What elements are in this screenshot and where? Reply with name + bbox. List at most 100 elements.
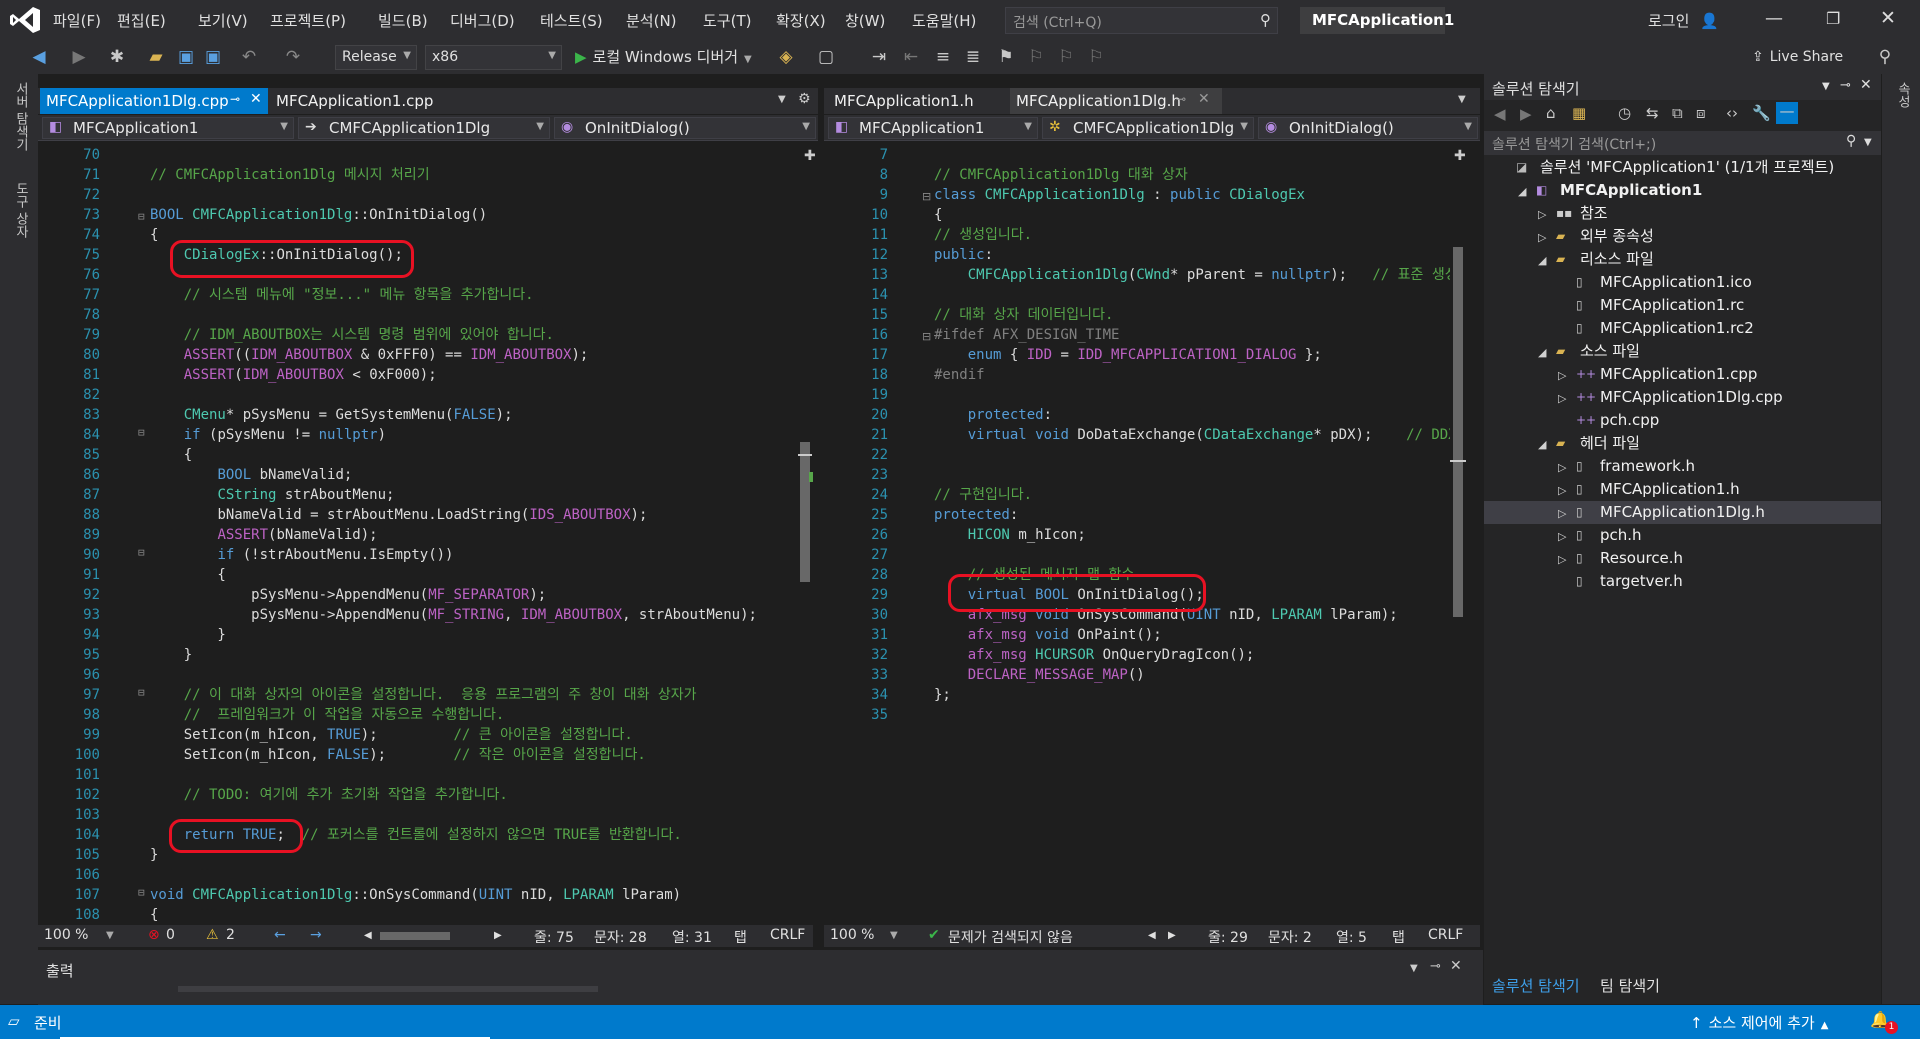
tree-item[interactable]: ◢ ▰ 리소스 파일	[1484, 248, 1881, 271]
right-code-editor[interactable]: 7 8 9 10 11 12 13 14 15 16 17 18 19 20 2…	[824, 142, 1464, 922]
chevron-down-icon[interactable]: ▼	[106, 930, 114, 941]
chevron-down-icon[interactable]: ▼	[890, 930, 898, 941]
code-text[interactable]: // CMFCApplication1Dlg 대화 상자 class CMFCA…	[934, 145, 1464, 725]
pin-icon[interactable]: ⊸	[230, 92, 240, 106]
tree-item[interactable]: ▯ MFCApplication1.ico	[1484, 271, 1881, 294]
prev-bookmark-icon[interactable]: ⚐	[1025, 47, 1047, 67]
live-share-button[interactable]: ⇪ Live Share	[1752, 49, 1843, 65]
tree-item[interactable]: ▯ MFCApplication1.rc	[1484, 294, 1881, 317]
project-dropdown[interactable]: ◧ MFCApplication1 ▼	[828, 117, 1038, 139]
comment-icon[interactable]: ≡	[932, 47, 954, 67]
project-dropdown[interactable]: ◧ MFCApplication1 ▼	[42, 117, 294, 139]
undo-icon[interactable]: ↶	[238, 47, 260, 67]
collapsed-arrow-icon[interactable]: ▷	[1558, 456, 1566, 479]
menu-item-0[interactable]: 파일(F)	[53, 10, 101, 31]
solution-search-box[interactable]: 솔루션 탐색기 검색(Ctrl+;) ⚲ ▼	[1484, 131, 1881, 155]
warning-icon[interactable]: ⚠	[206, 927, 219, 943]
back-icon[interactable]: ◀	[1494, 105, 1506, 123]
login-link[interactable]: 로그인 👤	[1648, 10, 1719, 31]
prev-issue-icon[interactable]: ←	[274, 927, 286, 943]
menu-item-5[interactable]: 디버그(D)	[450, 10, 515, 31]
class-dropdown[interactable]: ✲ CMFCApplication1Dlg ▼	[1042, 117, 1254, 139]
scroll-left-icon[interactable]: ◀	[1148, 930, 1156, 941]
check-icon[interactable]: ✔	[928, 927, 940, 943]
tab-mfcapplication1-h[interactable]: MFCApplication1.h	[828, 88, 980, 114]
close-tab-icon[interactable]: ✕	[250, 91, 262, 107]
collapse-icon[interactable]: ⊟	[138, 210, 145, 223]
pin-icon[interactable]: ⊸	[1176, 92, 1186, 106]
open-folder-icon[interactable]: ▰	[145, 47, 167, 67]
collapsed-arrow-icon[interactable]: ▷	[1558, 502, 1566, 525]
zoom-level[interactable]: 100 %	[44, 927, 88, 943]
expanded-arrow-icon[interactable]: ◢	[1538, 433, 1546, 456]
col-indicator[interactable]: 열: 31	[672, 927, 712, 947]
tree-item[interactable]: ▷ ▯ framework.h	[1484, 455, 1881, 478]
collapsed-arrow-icon[interactable]: ▷	[1558, 364, 1566, 387]
error-icon[interactable]: ⊗	[148, 927, 160, 943]
search-icon[interactable]: ⚲	[1846, 133, 1856, 149]
tab-list-chevron-icon[interactable]: ▼	[1458, 94, 1466, 105]
new-project-icon[interactable]: ✱	[106, 47, 128, 67]
eol-indicator[interactable]: CRLF	[1428, 927, 1463, 943]
tree-item[interactable]: ++ pch.cpp	[1484, 409, 1881, 432]
menu-item-3[interactable]: 프로젝트(P)	[270, 10, 346, 31]
switch-views-icon[interactable]: ▦	[1572, 104, 1586, 122]
server-explorer-tab[interactable]: 서버 탐색기	[11, 82, 30, 151]
horizontal-scroll-thumb[interactable]	[380, 932, 450, 940]
split-icon[interactable]: ✚	[1454, 148, 1466, 164]
close-panel-icon[interactable]: ✕	[1450, 958, 1462, 974]
visual-studio-logo-icon[interactable]	[8, 5, 42, 35]
close-window-button[interactable]: ✕	[1880, 7, 1896, 29]
warning-count[interactable]: 2	[226, 927, 235, 943]
scroll-right-icon[interactable]: ▶	[1168, 930, 1176, 941]
char-indicator[interactable]: 문자: 2	[1268, 927, 1312, 947]
tab-mfcapplication1dlg-cpp[interactable]: MFCApplication1Dlg.cpp ⊸ ✕	[40, 88, 268, 114]
preview-icon[interactable]: —	[1776, 102, 1798, 124]
split-icon[interactable]: ✚	[804, 148, 816, 164]
properties-icon[interactable]: 🔧	[1752, 104, 1771, 122]
collapsed-arrow-icon[interactable]: ▷	[1558, 479, 1566, 502]
save-all-icon[interactable]: ▣	[202, 47, 224, 67]
bookmark-icon[interactable]: ⚑	[995, 47, 1017, 67]
configuration-dropdown[interactable]: Release ▼	[335, 45, 417, 70]
scroll-left-icon[interactable]: ◀	[364, 930, 372, 941]
tab-team-explorer[interactable]: 팀 탐색기	[1600, 975, 1660, 996]
settings-icon[interactable]: ⚙	[798, 91, 811, 107]
eol-indicator[interactable]: CRLF	[770, 927, 805, 943]
properties-tab[interactable]: 속성	[1893, 82, 1912, 108]
restore-button[interactable]: ❐	[1826, 9, 1840, 28]
attach-icon[interactable]: ◈	[775, 47, 797, 67]
menu-item-10[interactable]: 창(W)	[845, 10, 885, 31]
chevron-down-icon[interactable]: ▼	[1864, 137, 1872, 148]
code-view-icon[interactable]: ‹›	[1726, 104, 1738, 122]
sync-icon[interactable]: ⇆	[1646, 104, 1659, 122]
platform-dropdown[interactable]: x86 ▼	[425, 45, 562, 70]
line-indicator[interactable]: 줄: 29	[1208, 927, 1248, 947]
collapsed-arrow-icon[interactable]: ▷	[1558, 387, 1566, 410]
issues-status[interactable]: 문제가 검색되지 않음	[948, 927, 1073, 947]
tree-item[interactable]: ◪ 솔루션 'MFCApplication1' (1/1개 프로젝트)	[1484, 156, 1881, 179]
expanded-arrow-icon[interactable]: ◢	[1518, 180, 1526, 203]
tab-list-chevron-icon[interactable]: ▼	[778, 94, 786, 105]
collapsed-arrow-icon[interactable]: ▷	[1538, 226, 1546, 249]
pin-icon[interactable]: ⊸	[1840, 78, 1851, 93]
redo-icon[interactable]: ↷	[282, 47, 304, 67]
tree-item[interactable]: ◢ ◧ MFCApplication1	[1484, 179, 1881, 202]
collapsed-arrow-icon[interactable]: ▷	[1558, 548, 1566, 571]
scroll-thumb[interactable]	[800, 442, 810, 582]
line-indicator[interactable]: 줄: 75	[534, 927, 574, 947]
scroll-thumb[interactable]	[1453, 247, 1463, 617]
back-icon[interactable]: ◀	[28, 47, 50, 67]
uncomment-icon[interactable]: ≣	[962, 47, 984, 67]
expanded-arrow-icon[interactable]: ◢	[1538, 341, 1546, 364]
collapse-all-icon[interactable]: ⧉	[1672, 104, 1683, 122]
tree-item[interactable]: ◢ ▰ 소스 파일	[1484, 340, 1881, 363]
close-tab-icon[interactable]: ✕	[1198, 91, 1210, 107]
show-all-files-icon[interactable]: ⧈	[1696, 104, 1706, 122]
pending-changes-icon[interactable]: ◷	[1618, 104, 1631, 122]
tree-item[interactable]: ▷ ▰ 외부 종속성	[1484, 225, 1881, 248]
tree-item[interactable]: ▷ ▯ MFCApplication1Dlg.h	[1484, 501, 1881, 524]
indent-icon[interactable]: ⇥	[868, 47, 890, 67]
col-indicator[interactable]: 열: 5	[1336, 927, 1367, 947]
zoom-level[interactable]: 100 %	[830, 927, 874, 943]
